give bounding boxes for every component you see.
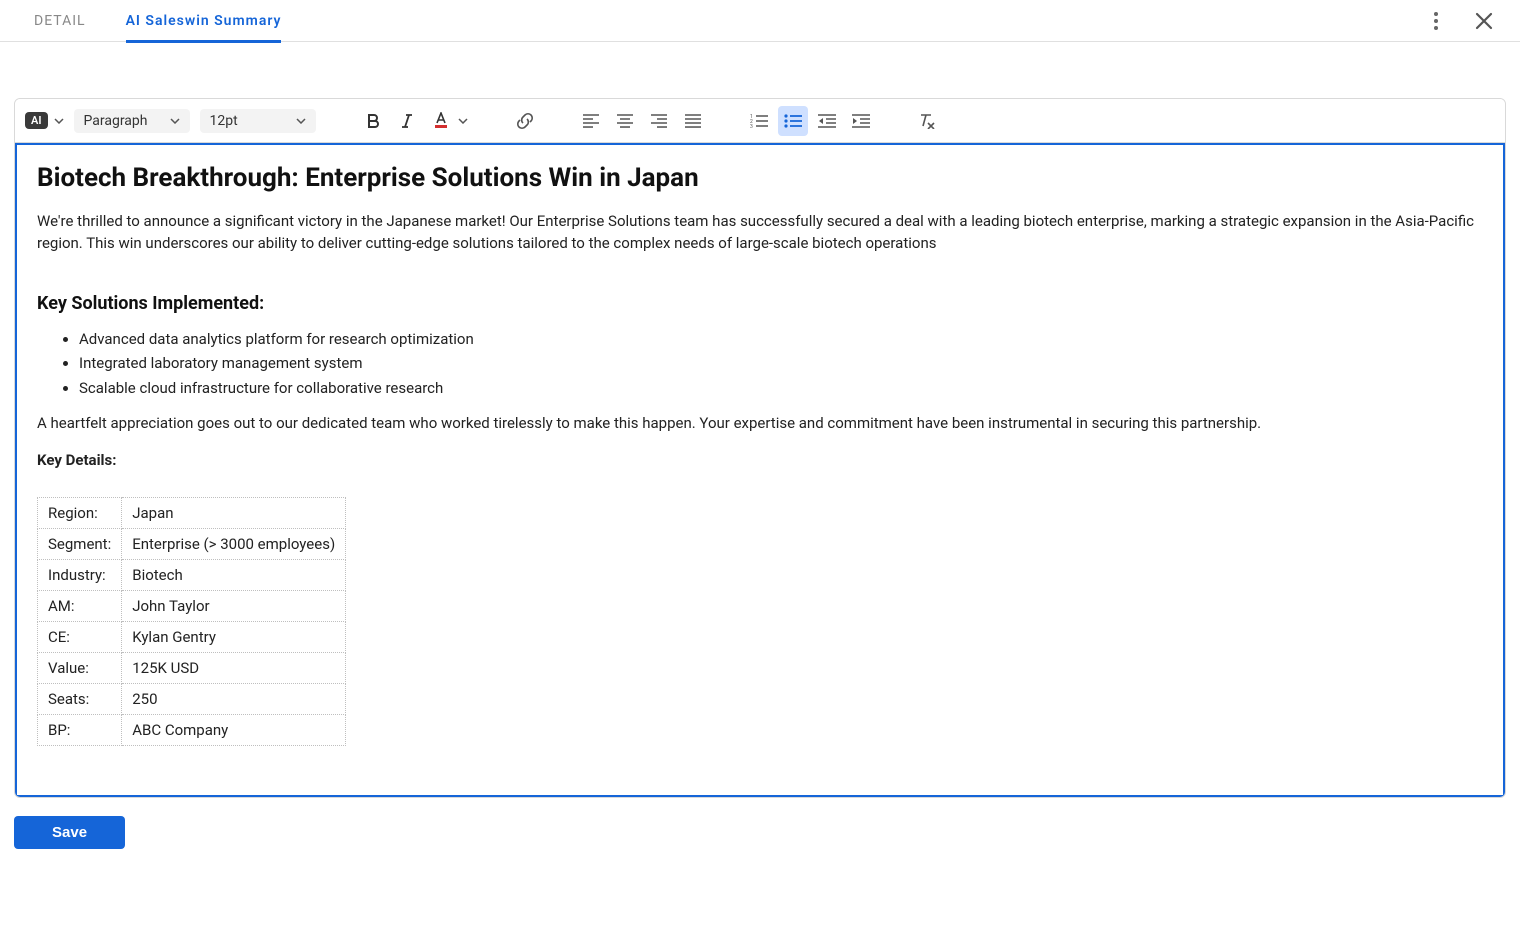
- outdent-button[interactable]: [812, 106, 842, 136]
- bold-button[interactable]: [358, 106, 388, 136]
- align-left-icon: [583, 114, 599, 128]
- rich-text-editor: AI Paragraph 12pt: [14, 98, 1506, 798]
- font-size-value: 12pt: [210, 113, 238, 129]
- kebab-icon: [1434, 12, 1438, 30]
- table-row[interactable]: Industry:Biotech: [38, 559, 346, 590]
- detail-value[interactable]: ABC Company: [122, 714, 346, 745]
- tab-bar: DETAIL AI Saleswin Summary: [0, 0, 1520, 42]
- table-row[interactable]: Value:125K USD: [38, 652, 346, 683]
- table-row[interactable]: AM:John Taylor: [38, 590, 346, 621]
- text-color-button[interactable]: [426, 106, 456, 136]
- chevron-down-icon: [458, 118, 468, 124]
- detail-key[interactable]: Value:: [38, 652, 122, 683]
- intro-paragraph[interactable]: We're thrilled to announce a significant…: [37, 211, 1483, 255]
- align-left-button[interactable]: [576, 106, 606, 136]
- save-button[interactable]: Save: [14, 816, 125, 849]
- table-row[interactable]: Region:Japan: [38, 497, 346, 528]
- clear-formatting-icon: [918, 113, 936, 129]
- ai-dropdown[interactable]: [54, 118, 64, 124]
- solutions-list-item[interactable]: Scalable cloud infrastructure for collab…: [79, 377, 1483, 400]
- unordered-list-button[interactable]: [778, 106, 808, 136]
- action-row: Save: [0, 798, 1520, 867]
- detail-value[interactable]: Enterprise (> 3000 employees): [122, 528, 346, 559]
- detail-key[interactable]: CE:: [38, 621, 122, 652]
- block-format-value: Paragraph: [84, 113, 148, 129]
- align-right-button[interactable]: [644, 106, 674, 136]
- table-row[interactable]: Segment:Enterprise (> 3000 employees): [38, 528, 346, 559]
- chevron-down-icon: [170, 118, 180, 124]
- ordered-list-button[interactable]: 123: [744, 106, 774, 136]
- ai-button[interactable]: AI: [25, 112, 48, 129]
- detail-key[interactable]: Region:: [38, 497, 122, 528]
- italic-button[interactable]: [392, 106, 422, 136]
- svg-text:3: 3: [750, 124, 753, 128]
- ai-label: AI: [31, 114, 42, 127]
- link-button[interactable]: [510, 106, 540, 136]
- text-color-icon: [431, 112, 451, 130]
- block-format-select[interactable]: Paragraph: [74, 109, 190, 133]
- detail-value[interactable]: John Taylor: [122, 590, 346, 621]
- font-size-select[interactable]: 12pt: [200, 109, 316, 133]
- close-button[interactable]: [1468, 5, 1500, 37]
- ordered-list-icon: 123: [750, 114, 768, 128]
- align-center-button[interactable]: [610, 106, 640, 136]
- detail-value[interactable]: Japan: [122, 497, 346, 528]
- detail-value[interactable]: Biotech: [122, 559, 346, 590]
- key-details-label[interactable]: Key Details:: [37, 451, 1483, 469]
- detail-value[interactable]: 250: [122, 683, 346, 714]
- more-options-button[interactable]: [1420, 5, 1452, 37]
- align-justify-icon: [685, 114, 701, 128]
- indent-icon: [852, 114, 870, 128]
- detail-value[interactable]: Kylan Gentry: [122, 621, 346, 652]
- outdent-icon: [818, 114, 836, 128]
- detail-key[interactable]: Seats:: [38, 683, 122, 714]
- close-icon: [1475, 12, 1493, 30]
- detail-value[interactable]: 125K USD: [122, 652, 346, 683]
- table-row[interactable]: BP:ABC Company: [38, 714, 346, 745]
- solutions-heading[interactable]: Key Solutions Implemented:: [37, 293, 1483, 314]
- key-details-table[interactable]: Region:JapanSegment:Enterprise (> 3000 e…: [37, 497, 346, 746]
- align-right-icon: [651, 114, 667, 128]
- align-center-icon: [617, 114, 633, 128]
- indent-button[interactable]: [846, 106, 876, 136]
- detail-key[interactable]: Segment:: [38, 528, 122, 559]
- solutions-list[interactable]: Advanced data analytics platform for res…: [37, 328, 1483, 400]
- table-row[interactable]: Seats:250: [38, 683, 346, 714]
- italic-icon: [399, 113, 415, 129]
- solutions-list-item[interactable]: Integrated laboratory management system: [79, 352, 1483, 375]
- detail-key[interactable]: BP:: [38, 714, 122, 745]
- align-justify-button[interactable]: [678, 106, 708, 136]
- detail-key[interactable]: Industry:: [38, 559, 122, 590]
- editor-toolbar: AI Paragraph 12pt: [15, 99, 1505, 143]
- text-color-dropdown[interactable]: [458, 118, 468, 124]
- unordered-list-icon: [784, 114, 802, 128]
- editor-content-area[interactable]: Biotech Breakthrough: Enterprise Solutio…: [15, 143, 1505, 797]
- solutions-list-item[interactable]: Advanced data analytics platform for res…: [79, 328, 1483, 351]
- appreciation-paragraph[interactable]: A heartfelt appreciation goes out to our…: [37, 413, 1483, 435]
- clear-formatting-button[interactable]: [912, 106, 942, 136]
- chevron-down-icon: [296, 118, 306, 124]
- link-icon: [516, 112, 534, 130]
- document-title[interactable]: Biotech Breakthrough: Enterprise Solutio…: [37, 163, 1483, 193]
- chevron-down-icon: [54, 118, 64, 124]
- detail-key[interactable]: AM:: [38, 590, 122, 621]
- table-row[interactable]: CE:Kylan Gentry: [38, 621, 346, 652]
- tab-detail[interactable]: DETAIL: [34, 0, 86, 42]
- tab-ai-saleswin-summary[interactable]: AI Saleswin Summary: [126, 0, 282, 42]
- bold-icon: [365, 113, 381, 129]
